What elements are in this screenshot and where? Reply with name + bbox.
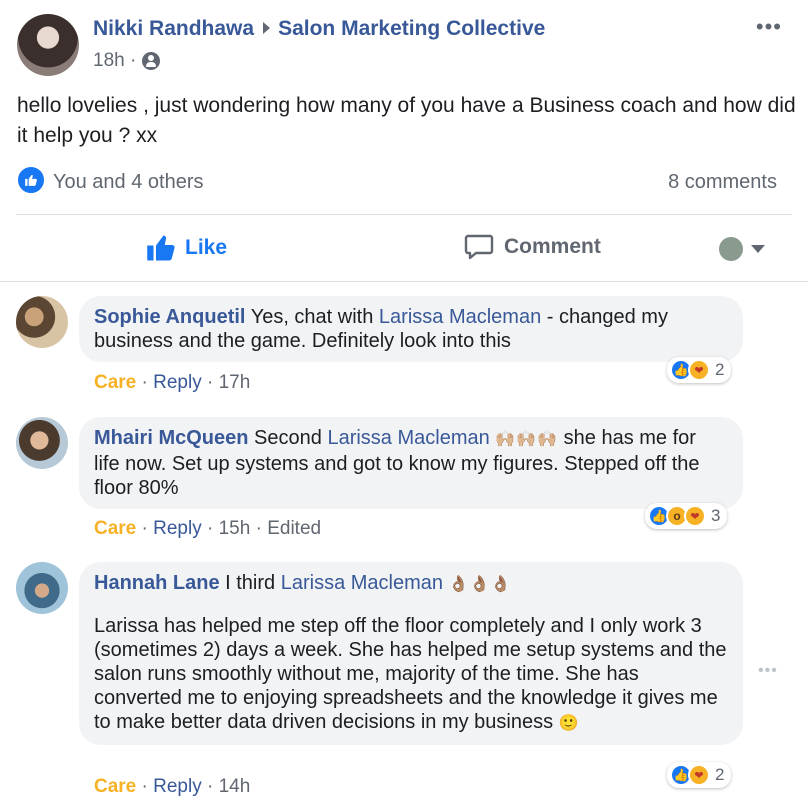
- care-reaction-icon: ❤: [684, 505, 706, 527]
- comment-actions: Care · Reply · 17h: [94, 372, 250, 394]
- comment-bubble: Mhairi McQueen Second Larissa Macleman 🙌…: [79, 417, 743, 509]
- group-audience-icon: [142, 52, 161, 70]
- post-header: Nikki Randhawa Salon Marketing Collective: [93, 17, 545, 41]
- reaction-count: 3: [711, 506, 721, 525]
- comment-actions: Care · Reply · 14h: [94, 776, 250, 798]
- post-text: hello lovelies , just wondering how many…: [17, 94, 796, 147]
- comment-time[interactable]: 17h: [219, 372, 251, 393]
- smiley-emoji: 🙂: [558, 715, 580, 732]
- mention-link[interactable]: Larissa Macleman: [327, 427, 489, 449]
- separator: ·: [141, 372, 148, 393]
- comment-time[interactable]: 15h: [219, 518, 251, 539]
- comment-paragraph: Larissa has helped me step off the floor…: [94, 614, 727, 736]
- comments-count[interactable]: 8 comments: [668, 171, 777, 194]
- comment-text: I third: [225, 572, 276, 594]
- like-button[interactable]: Like: [146, 233, 227, 263]
- comment-button[interactable]: Comment: [464, 233, 601, 261]
- comment-bubble: Hannah Lane I third Larissa Macleman 👌🏽👌…: [79, 562, 743, 745]
- group-name-link[interactable]: Salon Marketing Collective: [278, 17, 545, 40]
- reply-link[interactable]: Reply: [153, 776, 202, 797]
- care-reaction-icon: ❤: [688, 764, 710, 786]
- comment-text: Yes, chat with: [250, 306, 374, 328]
- messenger-share-icon[interactable]: [719, 237, 743, 261]
- divider: [16, 214, 792, 215]
- post-time[interactable]: 18h ·: [93, 50, 136, 72]
- commenter-name[interactable]: Sophie Anquetil: [94, 306, 245, 328]
- separator: ·: [141, 518, 148, 539]
- post-meta: 18h ·: [93, 50, 161, 72]
- comment-reactions[interactable]: 👍 ❤ 2: [667, 357, 732, 383]
- separator: ·: [207, 518, 214, 539]
- comment-text: Larissa has helped me step off the floor…: [94, 615, 727, 733]
- commenter-name[interactable]: Mhairi McQueen: [94, 427, 248, 449]
- edited-label[interactable]: · Edited: [256, 518, 321, 539]
- reaction-count: 2: [715, 360, 725, 379]
- commenter-avatar[interactable]: [16, 562, 68, 614]
- clapping-hands-emoji: 🙌🏼🙌🏼🙌🏼: [495, 431, 559, 448]
- comment-text: Second: [254, 427, 322, 449]
- separator: ·: [141, 776, 148, 797]
- care-link[interactable]: Care: [94, 372, 136, 393]
- reply-link[interactable]: Reply: [153, 518, 202, 539]
- author-avatar[interactable]: [17, 14, 79, 76]
- arrow-right-icon: [263, 22, 271, 35]
- comment-actions: Care · Reply · 15h · Edited: [94, 518, 321, 540]
- comment-first-line: Hannah Lane I third Larissa Macleman 👌🏽👌…: [94, 571, 727, 597]
- chevron-down-icon[interactable]: [751, 245, 765, 253]
- comment-reactions[interactable]: 👍 ❤ 2: [667, 762, 732, 788]
- author-name-link[interactable]: Nikki Randhawa: [93, 17, 254, 40]
- reactions-summary[interactable]: You and 4 others: [53, 171, 204, 194]
- reaction-count: 2: [715, 765, 725, 784]
- comment-more-options-icon[interactable]: •••: [758, 662, 778, 680]
- comment-reactions[interactable]: 👍 o ❤ 3: [645, 503, 728, 529]
- thumbs-up-icon: [147, 235, 175, 261]
- separator: ·: [207, 372, 214, 393]
- mention-link[interactable]: Larissa Macleman: [281, 572, 443, 594]
- commenter-avatar[interactable]: [16, 296, 68, 348]
- comment-bubble-icon: [464, 234, 494, 260]
- commenter-name[interactable]: Hannah Lane: [94, 572, 220, 594]
- divider: [0, 281, 808, 282]
- reply-link[interactable]: Reply: [153, 372, 202, 393]
- comment-bubble: Sophie Anquetil Yes, chat with Larissa M…: [79, 296, 743, 362]
- like-reaction-icon[interactable]: [16, 165, 46, 195]
- separator: ·: [207, 776, 214, 797]
- comment-time[interactable]: 14h: [219, 776, 251, 797]
- commenter-avatar[interactable]: [16, 417, 68, 469]
- comment-label: Comment: [504, 235, 601, 258]
- mention-link[interactable]: Larissa Macleman: [379, 306, 541, 328]
- care-link[interactable]: Care: [94, 518, 136, 539]
- care-link[interactable]: Care: [94, 776, 136, 797]
- like-label: Like: [185, 236, 228, 259]
- ok-hand-emoji: 👌🏽👌🏽👌🏽: [448, 576, 512, 593]
- care-reaction-icon: ❤: [688, 359, 710, 381]
- more-options-icon[interactable]: •••: [756, 14, 782, 40]
